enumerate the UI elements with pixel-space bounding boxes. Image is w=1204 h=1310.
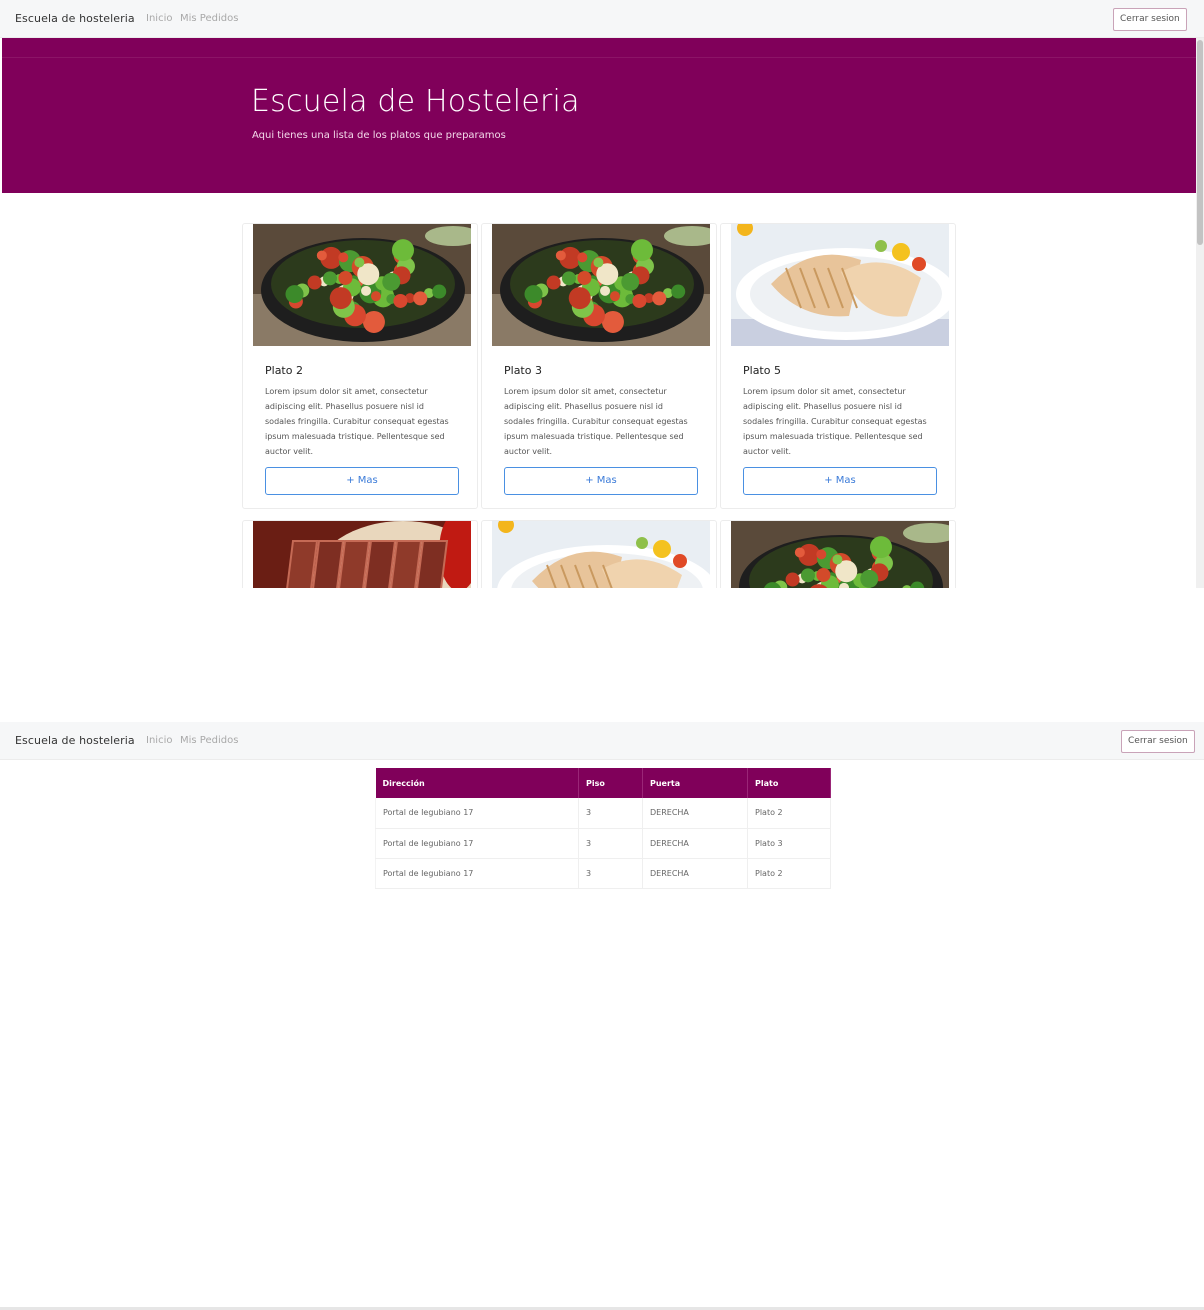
cell-piso: 3	[578, 828, 643, 859]
navbar: Escuela de hosteleria Inicio Mis Pedidos…	[0, 0, 1204, 38]
fish-image	[492, 521, 710, 588]
card-title: Plato 3	[504, 364, 542, 377]
table-row: Portal de Iegubiano 17 3 DERECHA Plato 2	[375, 798, 831, 829]
table-row: Portal de Iegubiano 17 3 DERECHA Plato 2	[375, 858, 831, 889]
cell-direccion: Portal de Iegubiano 17	[375, 828, 579, 859]
hero-title: Escuela de Hosteleria	[251, 84, 580, 119]
logout-button[interactable]: Cerrar sesion	[1121, 730, 1195, 753]
hero-banner: Escuela de Hosteleria Aqui tienes una li…	[2, 38, 1196, 193]
fish-image	[731, 224, 949, 346]
dish-card	[481, 520, 717, 588]
nav-link-mis-pedidos[interactable]: Mis Pedidos	[180, 735, 238, 746]
scrollbar-thumb[interactable]	[1197, 40, 1203, 245]
nav-link-inicio[interactable]: Inicio	[146, 735, 172, 746]
card-title: Plato 2	[265, 364, 303, 377]
card-text: Lorem ipsum dolor sit amet, consectetur …	[743, 387, 927, 456]
cell-direccion: Portal de Iegubiano 17	[375, 798, 579, 829]
nav-brand[interactable]: Escuela de hosteleria	[15, 12, 135, 25]
card-title: Plato 5	[743, 364, 781, 377]
orders-screen: Escuela de hosteleria Inicio Mis Pedidos…	[0, 722, 1204, 1310]
dish-card: Plato 2 Lorem ipsum dolor sit amet, cons…	[242, 223, 478, 509]
cell-plato: Plato 2	[747, 798, 831, 829]
nav-brand[interactable]: Escuela de hosteleria	[15, 734, 135, 747]
salad-image	[253, 224, 471, 346]
orders-table: Dirección Piso Puerta Plato Portal de Ie…	[375, 768, 831, 889]
more-button[interactable]: + Mas	[265, 467, 459, 495]
hero-subtitle: Aqui tienes una lista de los platos que …	[252, 130, 506, 141]
logout-button[interactable]: Cerrar sesion	[1113, 8, 1187, 31]
more-button[interactable]: + Mas	[504, 467, 698, 495]
nav-link-inicio[interactable]: Inicio	[146, 13, 172, 24]
nav-link-mis-pedidos[interactable]: Mis Pedidos	[180, 13, 238, 24]
table-row: Portal de Iegubiano 17 3 DERECHA Plato 3	[375, 828, 831, 859]
more-button[interactable]: + Mas	[743, 467, 937, 495]
dish-card: Plato 3 Lorem ipsum dolor sit amet, cons…	[481, 223, 717, 509]
home-screen: Escuela de hosteleria Inicio Mis Pedidos…	[0, 0, 1204, 588]
steak-image	[253, 521, 471, 588]
cell-direccion: Portal de Iegubiano 17	[375, 858, 579, 889]
cell-puerta: DERECHA	[642, 828, 748, 859]
salad-image	[492, 224, 710, 346]
dish-card	[242, 520, 478, 588]
dish-card: Plato 5 Lorem ipsum dolor sit amet, cons…	[720, 223, 956, 509]
cell-puerta: DERECHA	[642, 798, 748, 829]
table-header-row: Dirección Piso Puerta Plato	[375, 768, 831, 798]
cell-piso: 3	[578, 798, 643, 829]
card-text: Lorem ipsum dolor sit amet, consectetur …	[504, 387, 688, 456]
dish-card	[720, 520, 956, 588]
column-header-direccion: Dirección	[375, 768, 579, 798]
cell-puerta: DERECHA	[642, 858, 748, 889]
cell-plato: Plato 3	[747, 828, 831, 859]
navbar: Escuela de hosteleria Inicio Mis Pedidos…	[0, 722, 1204, 760]
card-text: Lorem ipsum dolor sit amet, consectetur …	[265, 387, 449, 456]
cell-piso: 3	[578, 858, 643, 889]
cell-plato: Plato 2	[747, 858, 831, 889]
column-header-plato: Plato	[747, 768, 831, 798]
column-header-piso: Piso	[578, 768, 643, 798]
column-header-puerta: Puerta	[642, 768, 748, 798]
hero-divider	[2, 57, 1196, 58]
salad-image	[731, 521, 949, 588]
